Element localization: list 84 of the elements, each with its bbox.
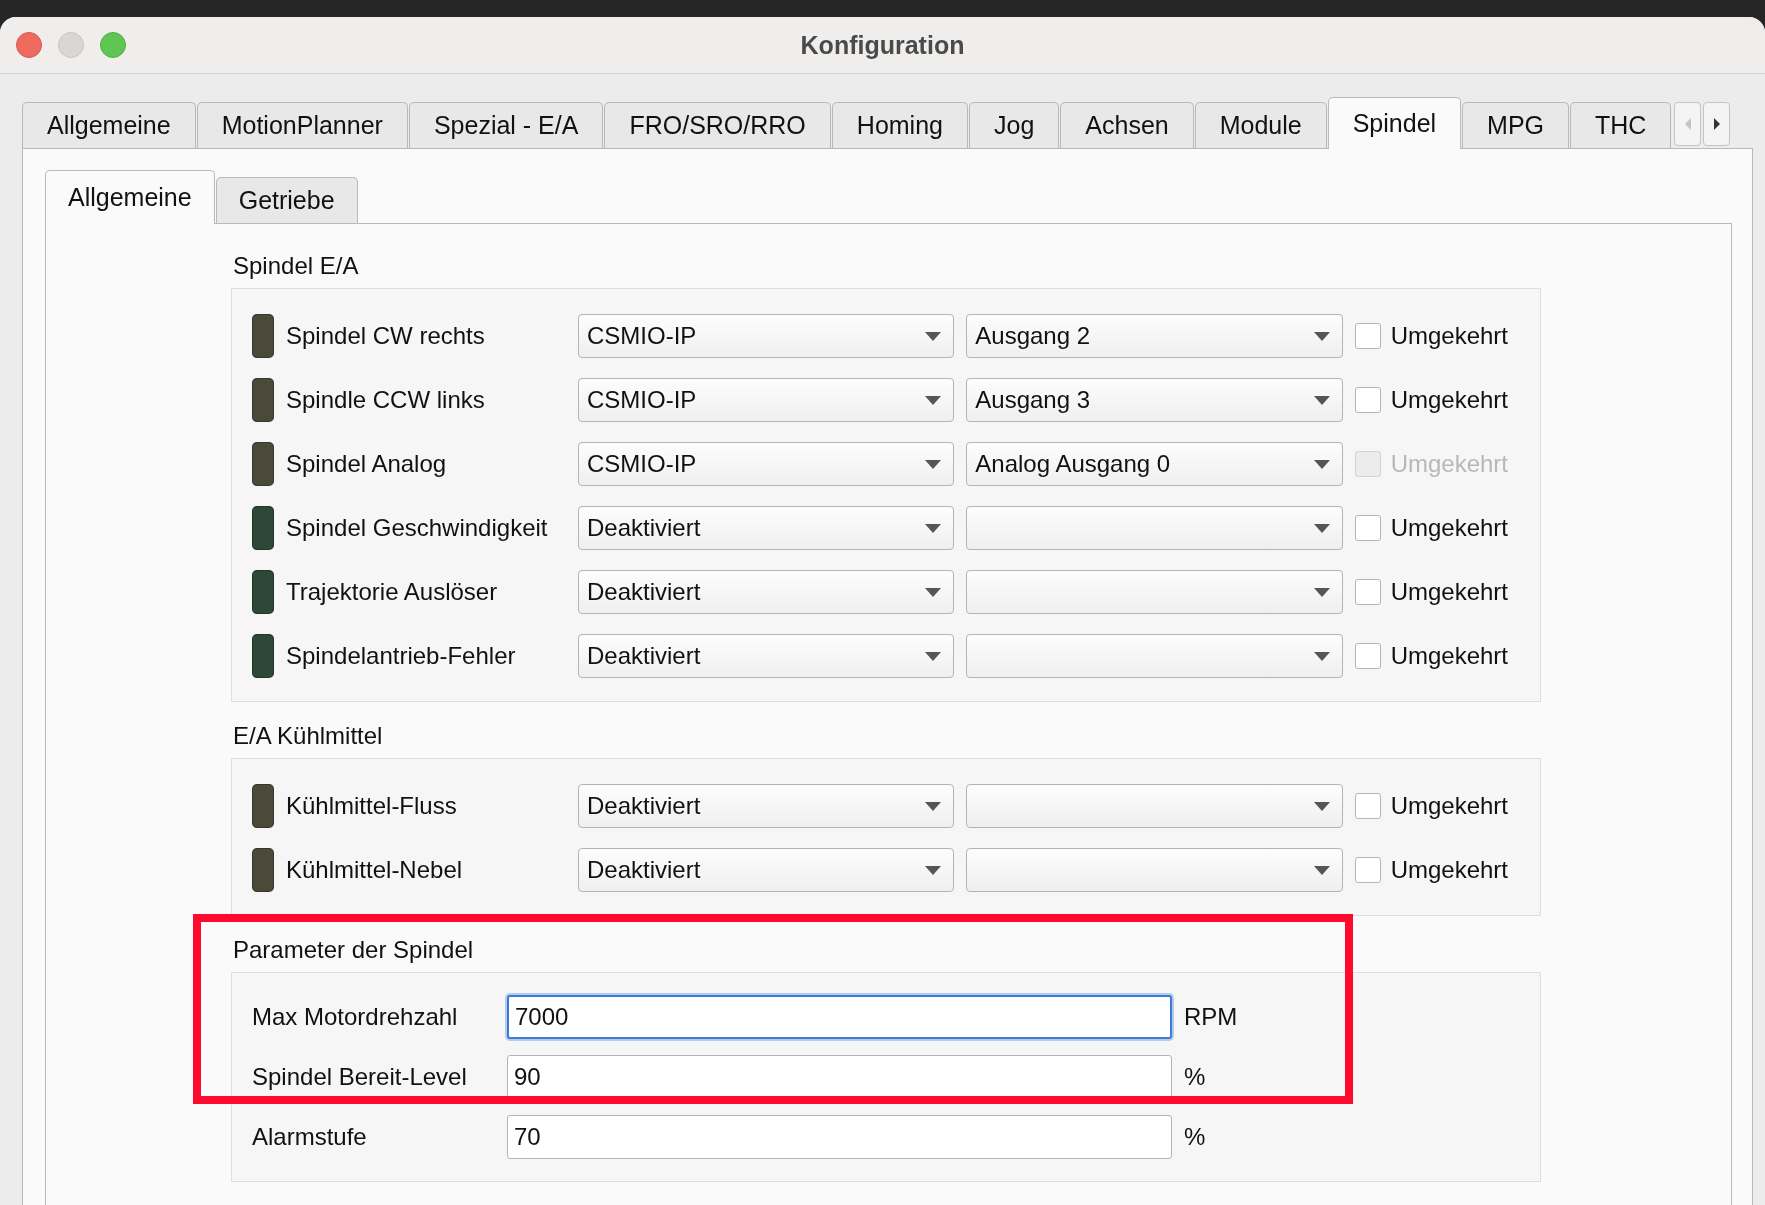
- close-button[interactable]: [16, 32, 42, 58]
- device-dropdown[interactable]: Deaktiviert: [578, 634, 955, 678]
- port-dropdown[interactable]: [966, 506, 1343, 550]
- device-dropdown[interactable]: CSMIO-IP: [578, 378, 955, 422]
- port-dropdown[interactable]: Ausgang 2: [966, 314, 1343, 358]
- port-dropdown[interactable]: [966, 570, 1343, 614]
- checkbox-label: Umgekehrt: [1390, 514, 1508, 542]
- checkbox-label: Umgekehrt: [1390, 642, 1508, 670]
- group-title: Spindel E/A: [232, 251, 360, 281]
- minimize-button[interactable]: [58, 32, 84, 58]
- caret-icon: [1313, 523, 1330, 533]
- caret-icon: [1313, 587, 1330, 597]
- checkbox[interactable]: [1354, 643, 1381, 669]
- port-dropdown[interactable]: Ausgang 3: [966, 378, 1343, 422]
- field-label: Spindel Bereit-Level: [252, 1063, 468, 1091]
- checkbox[interactable]: [1354, 857, 1381, 883]
- checkbox-label: Umgekehrt: [1390, 450, 1508, 478]
- unit-label: %: [1184, 1123, 1206, 1151]
- signal-label: Trajektorie Auslöser: [286, 578, 499, 606]
- caret-icon: [1313, 865, 1330, 875]
- checkbox-label: Umgekehrt: [1390, 322, 1508, 350]
- checkbox[interactable]: [1354, 515, 1381, 541]
- signal-label: Spindel Geschwindigkeit: [286, 514, 549, 542]
- caret-icon: [1313, 651, 1330, 661]
- tab[interactable]: Homing: [831, 102, 968, 148]
- tab[interactable]: Achsen: [1060, 102, 1194, 148]
- checkbox[interactable]: [1354, 579, 1381, 605]
- right-arrow-icon: [1711, 117, 1722, 131]
- signal-label: Spindelantrieb-Fehler: [286, 642, 517, 670]
- input-field[interactable]: 7000: [507, 995, 1172, 1039]
- signal-label: Spindel Analog: [286, 450, 448, 478]
- tab[interactable]: MPG: [1462, 102, 1570, 148]
- port-dropdown[interactable]: [966, 634, 1343, 678]
- scroll-right-button[interactable]: [1703, 102, 1731, 146]
- unit-label: RPM: [1184, 1003, 1238, 1031]
- tab[interactable]: Module: [1194, 102, 1327, 148]
- checkbox-label: Umgekehrt: [1390, 792, 1508, 820]
- signal-label: Spindle CCW links: [286, 386, 486, 414]
- caret-icon: [925, 801, 942, 811]
- caret-icon: [1313, 801, 1330, 811]
- input-field[interactable]: 90: [507, 1055, 1172, 1099]
- device-dropdown[interactable]: CSMIO-IP: [578, 314, 955, 358]
- field-label: Alarmstufe: [252, 1123, 368, 1151]
- caret-icon: [925, 459, 942, 469]
- port-dropdown[interactable]: [966, 784, 1343, 828]
- port-dropdown[interactable]: [966, 848, 1343, 892]
- tab[interactable]: Spezial - E/A: [408, 102, 604, 148]
- checkbox-label: Umgekehrt: [1390, 386, 1508, 414]
- checkbox-label: Umgekehrt: [1390, 856, 1508, 884]
- caret-icon: [1313, 459, 1330, 469]
- group-title: Parameter der Spindel: [232, 935, 475, 965]
- tab[interactable]: THC: [1570, 102, 1672, 148]
- checkbox[interactable]: [1354, 323, 1381, 349]
- caret-icon: [1313, 395, 1330, 405]
- tab[interactable]: FRO/SRO/RRO: [604, 102, 831, 148]
- caret-icon: [925, 865, 942, 875]
- signal-label: Kühlmittel-Nebel: [286, 856, 464, 884]
- input-field[interactable]: 70: [507, 1115, 1172, 1159]
- device-dropdown[interactable]: Deaktiviert: [578, 784, 955, 828]
- tab[interactable]: Allgemeine: [45, 170, 215, 224]
- signal-label: Spindel CW rechts: [286, 322, 486, 350]
- caret-icon: [925, 523, 942, 533]
- tab[interactable]: Getriebe: [215, 177, 358, 223]
- field-label: Max Motordrehzahl: [252, 1003, 459, 1031]
- caret-icon: [925, 587, 942, 597]
- device-dropdown[interactable]: Deaktiviert: [578, 506, 955, 550]
- checkbox[interactable]: [1354, 793, 1381, 819]
- tab[interactable]: Allgemeine: [22, 102, 196, 148]
- caret-icon: [1313, 331, 1330, 341]
- unit-label: %: [1184, 1063, 1206, 1091]
- caret-icon: [925, 651, 942, 661]
- group-title: E/A Kühlmittel: [232, 721, 384, 751]
- window-title: Konfiguration: [800, 30, 965, 60]
- signal-label: Kühlmittel-Fluss: [286, 792, 458, 820]
- device-dropdown[interactable]: Deaktiviert: [578, 848, 955, 892]
- checkbox[interactable]: [1354, 387, 1381, 413]
- caret-icon: [925, 395, 942, 405]
- tab[interactable]: Jog: [969, 102, 1060, 148]
- tab[interactable]: Spindel: [1327, 97, 1462, 149]
- zoom-button[interactable]: [100, 32, 126, 58]
- checkbox-label: Umgekehrt: [1390, 578, 1508, 606]
- device-dropdown[interactable]: Deaktiviert: [578, 570, 955, 614]
- caret-icon: [925, 331, 942, 341]
- tab[interactable]: MotionPlanner: [196, 102, 408, 148]
